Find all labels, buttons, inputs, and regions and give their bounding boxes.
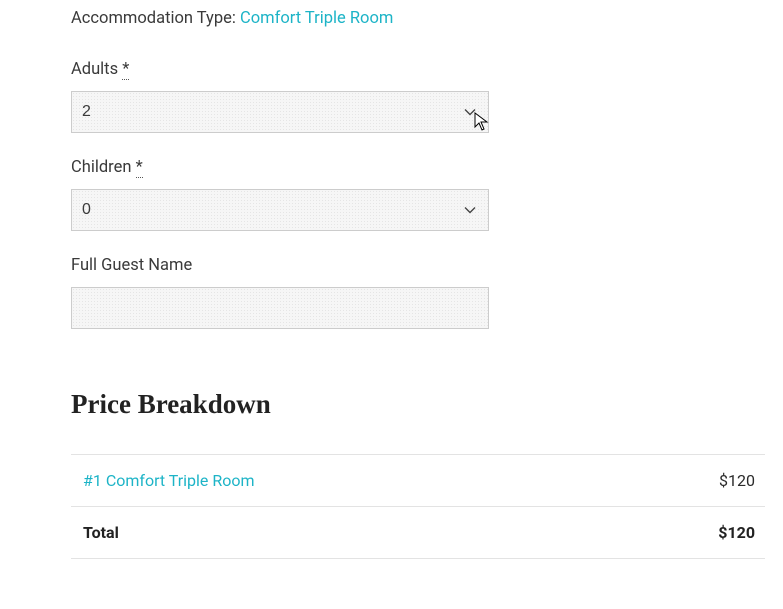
- price-total-label: Total: [83, 523, 119, 542]
- accommodation-type-line: Accommodation Type: Comfort Triple Room: [71, 9, 783, 28]
- accommodation-type-label: Accommodation Type:: [71, 9, 236, 28]
- price-total-amount: $120: [718, 523, 755, 542]
- children-label-text: Children: [71, 158, 131, 177]
- children-field: Children * 0: [71, 158, 783, 231]
- children-select[interactable]: 0: [72, 190, 488, 230]
- price-breakdown-heading: Price Breakdown: [71, 389, 765, 420]
- price-line-item-link-text[interactable]: #1 Comfort Triple Room: [83, 471, 255, 490]
- accommodation-type-link[interactable]: Comfort Triple Room: [240, 9, 393, 28]
- full-guest-name-label: Full Guest Name: [71, 256, 783, 275]
- price-total-row: Total $120: [71, 506, 765, 559]
- price-line-item: #1 Comfort Triple Room $120: [71, 454, 765, 506]
- children-label: Children *: [71, 158, 783, 177]
- accommodation-type-link-text[interactable]: Comfort Triple Room: [240, 9, 393, 28]
- full-guest-name-input[interactable]: [71, 287, 489, 329]
- price-line-item-link[interactable]: #1 Comfort Triple Room: [83, 471, 255, 490]
- price-breakdown-section: Price Breakdown #1 Comfort Triple Room $…: [71, 389, 783, 559]
- children-select-wrap: 0: [71, 189, 489, 231]
- adults-label: Adults *: [71, 60, 783, 79]
- adults-select-wrap: 2: [71, 91, 489, 133]
- adults-field: Adults * 2: [71, 60, 783, 133]
- children-required-mark: *: [136, 158, 143, 178]
- adults-label-text: Adults: [71, 60, 118, 79]
- full-guest-name-field: Full Guest Name: [71, 256, 783, 329]
- price-line-item-amount: $120: [719, 471, 755, 490]
- adults-select[interactable]: 2: [72, 92, 488, 132]
- adults-required-mark: *: [122, 60, 129, 80]
